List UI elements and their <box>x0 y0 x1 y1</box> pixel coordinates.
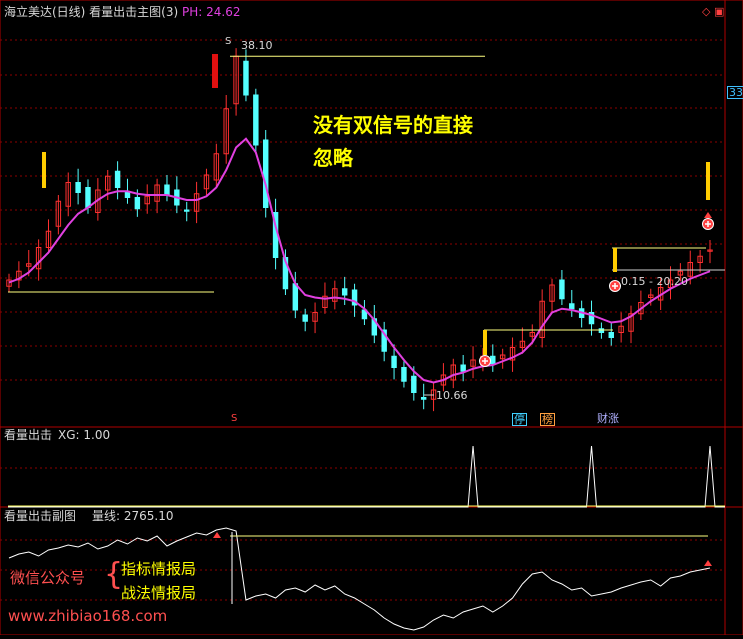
ph-label: PH: 24.62 <box>182 5 241 19</box>
watermark-line1: 指标情报局 <box>121 560 197 578</box>
watermark-url[interactable]: www.zhibiao168.com <box>8 609 167 624</box>
candle-body <box>75 182 81 193</box>
signal-bar <box>42 152 46 188</box>
high-price-label: 38.10 <box>241 39 273 52</box>
candle-body <box>164 184 170 196</box>
candle-body <box>559 279 565 300</box>
candle-body <box>341 288 348 296</box>
low-price-label: 10.66 <box>436 389 468 402</box>
candle-body <box>134 197 141 210</box>
candle-body <box>114 170 121 188</box>
candle-body <box>598 328 605 333</box>
candle-body <box>183 209 190 212</box>
candle-body <box>302 314 308 322</box>
candle-body <box>262 139 269 208</box>
s-marker-top: S <box>225 36 232 47</box>
candle-body <box>253 94 259 146</box>
range-label: 0.15 - 20.20 <box>621 275 688 288</box>
xg-line <box>8 445 725 508</box>
candle-body <box>569 303 575 310</box>
candle-body <box>391 355 397 368</box>
candle-body <box>401 367 407 382</box>
up-arrow-icon <box>704 212 712 218</box>
note-line-1: 没有双信号的直接 <box>313 113 473 137</box>
candle-body <box>411 375 417 393</box>
badge-finance: 财涨 <box>597 412 619 425</box>
price-tag-right: 33 <box>727 86 743 99</box>
ma-line <box>8 137 711 384</box>
corner-icons[interactable]: ◇ ▣ <box>702 6 724 17</box>
watermark-line2: 战法情报局 <box>121 584 197 602</box>
sub-panel2-value: 量线: 2765.10 <box>92 509 174 523</box>
up-arrow-icon <box>213 532 221 538</box>
candle-body <box>460 364 466 372</box>
signal-bar <box>706 162 710 200</box>
watermark-wechat: 微信公众号 <box>10 569 86 587</box>
up-arrow-icon <box>704 560 712 566</box>
candle-body <box>608 332 614 338</box>
note-line-2: 忽略 <box>313 146 353 170</box>
sub-panel1-value: XG: 1.00 <box>58 428 111 442</box>
signal-bar <box>483 330 487 355</box>
candle-body <box>292 283 299 311</box>
chart-canvas[interactable] <box>0 0 743 636</box>
candle-body <box>420 397 427 400</box>
signal-bar <box>613 248 617 272</box>
candle-body <box>490 355 496 365</box>
candle-body <box>85 187 91 208</box>
sub-panel2-title: 看量出击副图 <box>4 509 77 523</box>
badge-stop: 停 <box>512 413 527 426</box>
sub-panel1-title: 看量出击 <box>4 428 53 442</box>
s-marker-axis: S <box>231 413 238 424</box>
badge-rank: 榜 <box>540 413 555 426</box>
candle-body <box>124 192 131 198</box>
volume-spike-bar <box>212 54 218 88</box>
chart-window: 海立美达(日线) 看量出击主图(3) PH: 24.62 看量出击 XG: 1.… <box>0 0 743 636</box>
candle-body <box>243 60 249 96</box>
main-panel-title: 海立美达(日线) 看量出击主图(3) <box>4 5 179 19</box>
